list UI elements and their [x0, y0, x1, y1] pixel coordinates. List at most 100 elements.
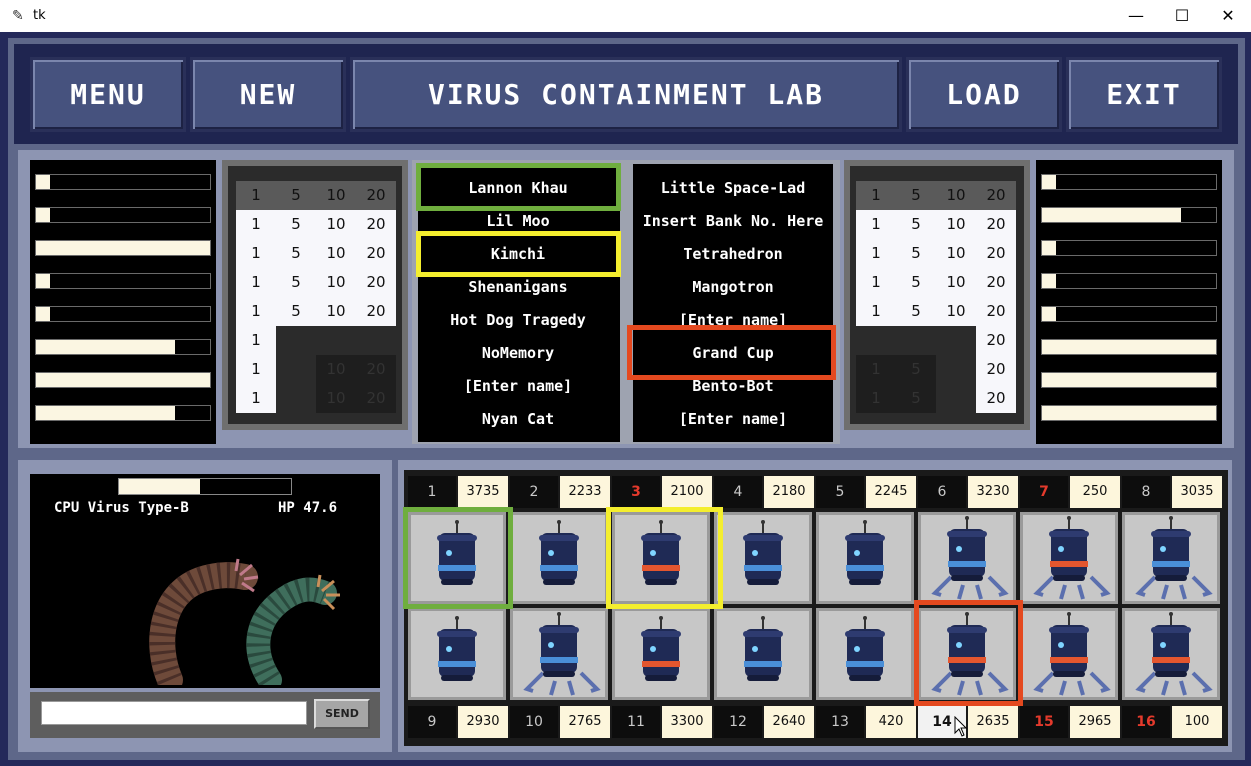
new-button[interactable]: NEW: [190, 57, 346, 132]
robot-tile[interactable]: [714, 608, 812, 700]
robot-tile[interactable]: [714, 512, 812, 604]
left-name-item[interactable]: [Enter name]: [418, 371, 618, 401]
stat-bar: [35, 207, 211, 223]
table-cell: 10: [316, 268, 356, 297]
left-name-item[interactable]: NoMemory: [418, 338, 618, 368]
table-cell: 20: [356, 297, 396, 326]
send-button[interactable]: SEND: [314, 699, 370, 729]
slot-number: 8: [1122, 476, 1170, 508]
chat-input[interactable]: [41, 701, 307, 725]
stat-bar-fill: [1042, 241, 1056, 255]
slot-number: 7: [1020, 476, 1068, 508]
robot-tile[interactable]: [510, 512, 608, 604]
robot-icon: [641, 616, 681, 681]
stat-bar-fill: [1042, 340, 1216, 354]
mouse-cursor-icon: [954, 716, 968, 737]
table-cell: 1: [856, 239, 896, 268]
stat-bar: [35, 306, 211, 322]
slot-score: 2965: [1070, 706, 1120, 738]
close-button[interactable]: ✕: [1205, 0, 1251, 32]
robot-icon: [1135, 516, 1213, 600]
slot-score: 420: [866, 706, 916, 738]
table-cell: 20: [976, 384, 1016, 413]
table-header-cell: 20: [356, 181, 396, 210]
robot-highlight-yellow: [606, 507, 723, 609]
virus-hp-bar: [118, 478, 292, 495]
stat-bar: [35, 405, 211, 421]
robot-tile[interactable]: [510, 608, 608, 700]
table-cell: 1: [856, 355, 896, 384]
stat-bar: [35, 174, 211, 190]
robot-tile[interactable]: [816, 512, 914, 604]
robot-icon: [1033, 516, 1111, 600]
robot-tile[interactable]: [612, 608, 710, 700]
table-cell: 1: [236, 297, 276, 326]
robot-tile[interactable]: [816, 608, 914, 700]
table-cell: 5: [276, 268, 316, 297]
right-name-item[interactable]: Insert Bank No. Here: [633, 206, 833, 236]
table-cell: 20: [976, 268, 1016, 297]
minimize-button[interactable]: —: [1113, 0, 1159, 32]
right-name-item[interactable]: Mangotron: [633, 272, 833, 302]
table-cell: 1: [856, 384, 896, 413]
table-cell: [896, 326, 936, 355]
table-cell: 20: [976, 326, 1016, 355]
left-name-item[interactable]: Nyan Cat: [418, 404, 618, 434]
right-name-item[interactable]: [Enter name]: [633, 404, 833, 434]
table-cell: 10: [316, 384, 356, 413]
table-cell: 10: [316, 355, 356, 384]
table-header-cell: 5: [896, 181, 936, 210]
slot-number: 1: [408, 476, 456, 508]
robot-icon: [931, 516, 1009, 600]
table-header-cell: 10: [936, 181, 976, 210]
slot-score: 2635: [968, 706, 1018, 738]
table-cell: 5: [896, 297, 936, 326]
table-cell: [856, 326, 896, 355]
robot-icon: [845, 616, 885, 681]
robot-tile[interactable]: [918, 512, 1016, 604]
slot-score: 3735: [458, 476, 508, 508]
stat-bar-fill: [1042, 406, 1216, 420]
virus-worms-image: [149, 558, 340, 685]
left-name-item[interactable]: Hot Dog Tragedy: [418, 305, 618, 335]
table-cell: [276, 326, 316, 355]
exit-button[interactable]: EXIT: [1066, 57, 1222, 132]
load-button[interactable]: LOAD: [906, 57, 1062, 132]
maximize-button[interactable]: ☐: [1159, 0, 1205, 32]
right-name-item[interactable]: Tetrahedron: [633, 239, 833, 269]
slot-number: 16: [1122, 706, 1170, 738]
table-cell: 10: [316, 210, 356, 239]
table-cell: 20: [356, 268, 396, 297]
slot-score: 2180: [764, 476, 814, 508]
table-cell: 10: [936, 297, 976, 326]
slot-score: 2640: [764, 706, 814, 738]
table-cell: 5: [896, 268, 936, 297]
stat-bar: [1041, 339, 1217, 355]
table-cell: [316, 326, 356, 355]
stat-bar: [35, 273, 211, 289]
robot-tile[interactable]: [1122, 512, 1220, 604]
slot-number: 6: [918, 476, 966, 508]
table-cell: 1: [856, 268, 896, 297]
stat-bar: [1041, 405, 1217, 421]
robot-tile[interactable]: [408, 608, 506, 700]
table-cell: 10: [936, 268, 976, 297]
table-cell: 5: [276, 210, 316, 239]
table-cell: 20: [356, 355, 396, 384]
robot-tile[interactable]: [1020, 608, 1118, 700]
robot-icon: [1135, 612, 1213, 696]
robot-tile[interactable]: [1122, 608, 1220, 700]
slot-score: 100: [1172, 706, 1222, 738]
table-cell: 20: [976, 297, 1016, 326]
table-header-cell: 1: [236, 181, 276, 210]
stat-bar: [35, 339, 211, 355]
slot-number: 4: [714, 476, 762, 508]
robot-tile[interactable]: [1020, 512, 1118, 604]
menu-button[interactable]: MENU: [30, 57, 186, 132]
stat-bar: [1041, 273, 1217, 289]
selection-highlight-green: [416, 163, 621, 211]
right-name-item[interactable]: Little Space-Lad: [633, 173, 833, 203]
slot-number: 3: [612, 476, 660, 508]
robot-icon: [743, 616, 783, 681]
slot-score: 2100: [662, 476, 712, 508]
